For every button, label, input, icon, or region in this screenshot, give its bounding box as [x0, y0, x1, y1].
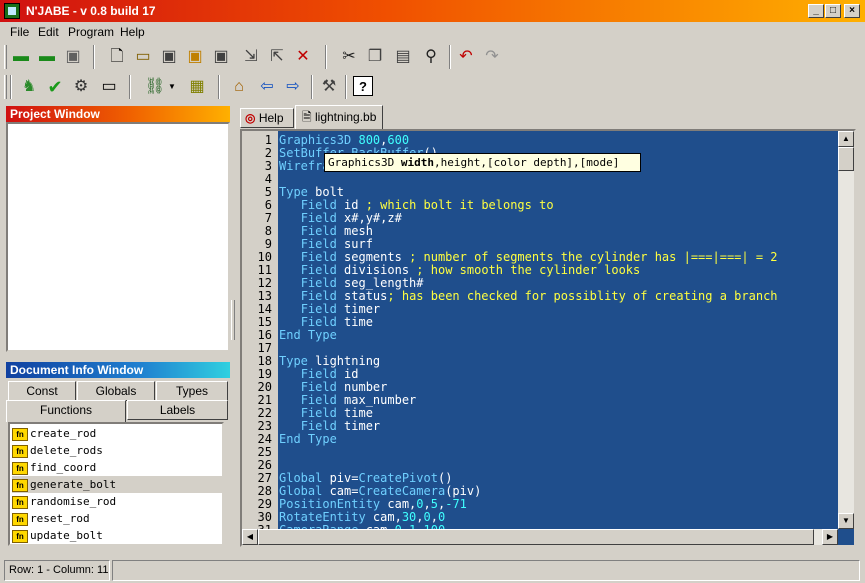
tree-icon[interactable]: ⛓	[144, 76, 166, 98]
maximize-button[interactable]: □	[825, 4, 841, 18]
open-file-icon[interactable]: ▭	[132, 46, 154, 68]
menu-file[interactable]: File	[10, 25, 29, 39]
window-title: N'JABE - v 0.8 build 17	[26, 4, 156, 18]
help-icon[interactable]: ?	[353, 76, 373, 96]
scroll-down-icon[interactable]: ▼	[838, 513, 854, 529]
save-icon[interactable]: ▣	[158, 46, 180, 68]
settings-icon[interactable]: ⚙	[70, 76, 92, 98]
toolbar-separator	[93, 45, 95, 69]
scroll-left-icon[interactable]: ◀	[242, 529, 258, 545]
tab-types[interactable]: Types	[156, 381, 228, 401]
function-icon: fn	[12, 478, 28, 492]
list-item[interactable]: fn create_rod	[12, 425, 222, 442]
toolbar-grip[interactable]	[4, 45, 7, 69]
redo-icon[interactable]: ↷	[481, 46, 503, 68]
back-icon[interactable]: ⇦	[256, 76, 278, 98]
window-icon[interactable]: ▭	[98, 76, 120, 98]
paste-icon[interactable]: ▤	[392, 46, 414, 68]
function-icon: fn	[12, 529, 28, 543]
document-icon: 🗎	[302, 110, 312, 124]
menu-bar: File Edit Program Help	[0, 22, 865, 41]
function-icon: fn	[12, 461, 28, 475]
toolbar-separator	[345, 75, 347, 99]
project-window-content[interactable]	[6, 122, 230, 352]
app-icon	[4, 3, 20, 19]
scroll-right-icon[interactable]: ▶	[822, 529, 838, 545]
list-item[interactable]: fn delete_rods	[12, 442, 222, 459]
toolbar-separator	[311, 75, 313, 99]
function-icon: fn	[12, 427, 28, 441]
calculator-icon[interactable]: ▦	[186, 76, 208, 98]
scroll-up-icon[interactable]: ▲	[838, 131, 854, 147]
menu-program[interactable]: Program	[68, 25, 114, 39]
toolbar-separator	[129, 75, 131, 99]
export-icon[interactable]: ⇱	[266, 46, 288, 68]
save-copy-icon[interactable]: ▣	[210, 46, 232, 68]
code-line[interactable]: End Type	[279, 329, 337, 342]
scroll-thumb[interactable]	[838, 147, 854, 171]
menu-edit[interactable]: Edit	[38, 25, 59, 39]
parameter-tooltip: Graphics3D width,height,[color depth],[m…	[324, 153, 641, 172]
status-message	[112, 560, 860, 581]
toolbar-separator	[325, 45, 327, 69]
check-icon[interactable]: ✔	[44, 76, 66, 98]
main-toolbar: ▬ ▬ ▣ 🗋 ▭ ▣ ▣ ▣ ⇲ ⇱ ✕ ✂ ❐ ▤ ⚲ ↶ ↷	[0, 42, 865, 72]
function-icon: fn	[12, 512, 28, 526]
code-editor[interactable]: 1 2 3 4 5 6 7 8 9 10 11 12 13 14 15 16 17 18 19 20 21 22 23 24 2…	[240, 129, 856, 547]
hammer-icon[interactable]: ⚒	[318, 76, 340, 98]
new-file-icon[interactable]: 🗋	[106, 46, 128, 68]
functions-list: fn create_rod fn delete_rods fn find_coord …	[8, 422, 224, 546]
title-bar: N'JABE - v 0.8 build 17 _ □ ×	[0, 0, 865, 22]
tab-lightning-bb[interactable]: 🗎 lightning.bb	[295, 105, 383, 129]
menu-help[interactable]: Help	[120, 25, 145, 39]
toolbar-separator	[218, 75, 220, 99]
status-bar: Row: 1 - Column: 11	[0, 558, 865, 583]
code-line[interactable]: End Type	[279, 433, 337, 446]
new-folder-icon[interactable]: ▬	[10, 46, 32, 68]
undo-icon[interactable]: ↶	[455, 46, 477, 68]
save-all-icon[interactable]: ▣	[62, 46, 84, 68]
copy-icon[interactable]: ❐	[364, 46, 386, 68]
toolbar-separator	[449, 45, 451, 69]
splitter-handle[interactable]	[231, 300, 235, 340]
toolbar-separator	[10, 75, 12, 99]
home-icon[interactable]: ⌂	[228, 76, 250, 98]
scroll-thumb[interactable]	[258, 529, 814, 545]
vertical-scrollbar[interactable]: ▲ ▼	[838, 131, 854, 529]
forward-icon[interactable]: ⇨	[282, 76, 304, 98]
import-icon[interactable]: ⇲	[240, 46, 262, 68]
tab-const[interactable]: Const	[8, 381, 76, 401]
close-file-icon[interactable]: ✕	[292, 46, 314, 68]
run-toolbar: ♞ ✔ ⚙ ▭ ⛓ ▼ ▦ ⌂ ⇦ ⇨ ⚒ ?	[0, 72, 865, 102]
list-item[interactable]: fn randomise_rod	[12, 493, 222, 510]
chevron-down-icon[interactable]: ▼	[166, 76, 178, 98]
save-as-icon[interactable]: ▣	[184, 46, 206, 68]
project-window-header: Project Window	[6, 106, 230, 122]
tab-globals[interactable]: Globals	[77, 381, 155, 401]
find-icon[interactable]: ⚲	[420, 46, 442, 68]
list-item[interactable]: fn reset_rod	[12, 510, 222, 527]
function-icon: fn	[12, 444, 28, 458]
toolbar-grip[interactable]	[4, 75, 7, 99]
cut-icon[interactable]: ✂	[338, 46, 360, 68]
tab-labels[interactable]: Labels	[127, 400, 228, 420]
code-area[interactable]: Graphics3D 800,600SetBuffer BackBuffer()…	[279, 131, 839, 530]
horizontal-scrollbar[interactable]: ◀ ▶	[242, 529, 838, 545]
list-item[interactable]: fn update_bolt	[12, 527, 222, 544]
minimize-button[interactable]: _	[808, 4, 824, 18]
close-button[interactable]: ×	[844, 4, 860, 18]
list-item[interactable]: fn find_coord	[12, 459, 222, 476]
tab-functions[interactable]: Functions	[6, 400, 126, 422]
run-icon[interactable]: ♞	[18, 76, 40, 98]
cursor-position: Row: 1 - Column: 11	[4, 560, 110, 581]
tab-help[interactable]: ◎ Help	[240, 108, 294, 128]
open-folder-icon[interactable]: ▬	[36, 46, 58, 68]
list-item-selected[interactable]: fn generate_bolt	[12, 476, 222, 493]
doc-info-header: Document Info Window	[6, 362, 230, 378]
function-icon: fn	[12, 495, 28, 509]
help-lifebuoy-icon: ◎	[245, 111, 256, 125]
line-number-gutter: 1 2 3 4 5 6 7 8 9 10 11 12 13 14 15 16 17 18 19 20 21 22 23 24 2…	[242, 131, 278, 537]
